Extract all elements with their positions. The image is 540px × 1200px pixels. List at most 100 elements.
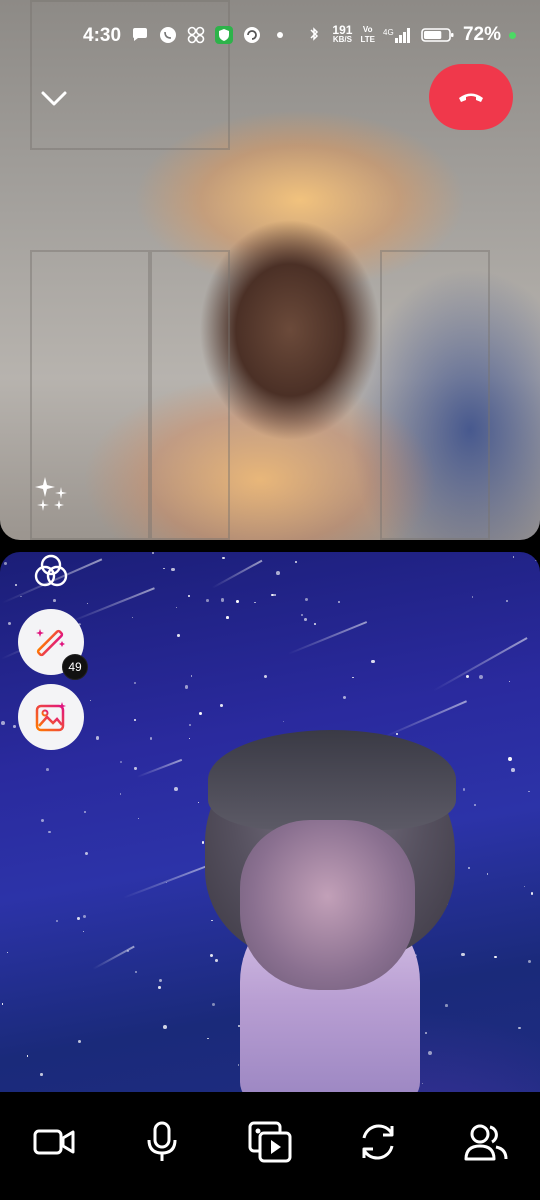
- star: [46, 768, 50, 772]
- shooting-star: [432, 636, 528, 692]
- star: [83, 810, 87, 814]
- star: [342, 695, 346, 699]
- magic-wand-icon: [36, 629, 65, 657]
- flip-camera-button[interactable]: [352, 1116, 404, 1168]
- star: [313, 622, 316, 625]
- star: [518, 1026, 521, 1030]
- media-share-icon: [248, 1121, 292, 1163]
- star: [149, 736, 153, 740]
- star: [86, 602, 88, 604]
- star: [271, 594, 274, 597]
- background-image-button[interactable]: [18, 684, 84, 750]
- star: [463, 788, 466, 791]
- star: [7, 621, 11, 625]
- status-right-group: 191 KB/S Vo LTE 4G 72%: [304, 24, 516, 46]
- star: [207, 1037, 209, 1040]
- shooting-star: [70, 587, 156, 624]
- star: [508, 756, 512, 761]
- star: [175, 606, 178, 608]
- star: [134, 970, 138, 974]
- bluetooth-vibrate-icon: [304, 25, 324, 45]
- star: [188, 737, 190, 740]
- star: [133, 718, 136, 722]
- star: [162, 567, 165, 570]
- star: [303, 618, 307, 622]
- star: [205, 598, 209, 602]
- shooting-star: [287, 621, 367, 655]
- star: [508, 680, 511, 683]
- star: [126, 950, 129, 953]
- star: [82, 930, 84, 933]
- whatsapp-icon: [158, 25, 178, 45]
- star: [428, 1050, 432, 1055]
- star: [282, 720, 285, 723]
- chat-bubble-icon: [130, 25, 150, 45]
- hair: [208, 730, 456, 830]
- star: [174, 786, 179, 791]
- star: [137, 818, 139, 820]
- star: [478, 674, 483, 679]
- add-participant-icon: [464, 1124, 508, 1161]
- star: [294, 560, 297, 564]
- network-speed: 191 KB/S: [332, 23, 353, 44]
- video-toggle-button[interactable]: [28, 1116, 80, 1168]
- effects-count-badge: 49: [62, 654, 88, 680]
- star: [158, 979, 162, 983]
- chevron-down-icon: [41, 91, 67, 106]
- background-door: [150, 250, 230, 540]
- video-camera-icon: [33, 1129, 75, 1155]
- star: [371, 659, 375, 664]
- star: [152, 552, 155, 555]
- star: [215, 958, 219, 962]
- sparkles-icon: [35, 477, 67, 511]
- star: [304, 597, 309, 602]
- star: [119, 761, 122, 764]
- star: [263, 675, 267, 679]
- minimize-call-button[interactable]: [34, 78, 74, 118]
- share-media-button[interactable]: [244, 1116, 296, 1168]
- star: [472, 596, 474, 598]
- three-circles-icon: [34, 554, 68, 587]
- star: [171, 567, 175, 571]
- star: [190, 675, 192, 677]
- star: [6, 952, 9, 954]
- star: [505, 599, 509, 603]
- mute-button[interactable]: [136, 1116, 188, 1168]
- star: [84, 852, 88, 856]
- flip-camera-icon: [362, 1124, 394, 1160]
- sparkle-effects-button[interactable]: [28, 470, 74, 516]
- volte-indicator: Vo LTE: [360, 25, 375, 44]
- star: [177, 634, 180, 637]
- star: [445, 1003, 448, 1007]
- star: [184, 684, 189, 689]
- star: [56, 920, 59, 923]
- star: [0, 721, 5, 726]
- add-participant-button[interactable]: [460, 1116, 512, 1168]
- star: [535, 559, 538, 562]
- star: [158, 986, 161, 989]
- battery-icon: [421, 25, 455, 45]
- star: [473, 804, 476, 806]
- star: [220, 704, 223, 708]
- star: [494, 956, 497, 959]
- star: [300, 613, 304, 617]
- shooting-star: [136, 758, 183, 778]
- layout-switch-button[interactable]: [28, 548, 74, 594]
- star: [198, 712, 202, 716]
- star: [26, 1055, 29, 1057]
- star: [236, 599, 240, 603]
- star: [466, 675, 470, 679]
- star: [189, 724, 191, 726]
- star: [41, 819, 45, 823]
- end-call-button[interactable]: [429, 64, 513, 130]
- face: [240, 820, 415, 990]
- star: [40, 1073, 43, 1076]
- pinwheel-icon: [186, 25, 206, 45]
- star: [210, 919, 213, 922]
- star: [425, 1032, 427, 1034]
- star: [134, 767, 137, 770]
- background-door: [380, 250, 490, 540]
- star: [461, 952, 465, 957]
- star: [511, 768, 515, 772]
- star: [422, 1083, 424, 1085]
